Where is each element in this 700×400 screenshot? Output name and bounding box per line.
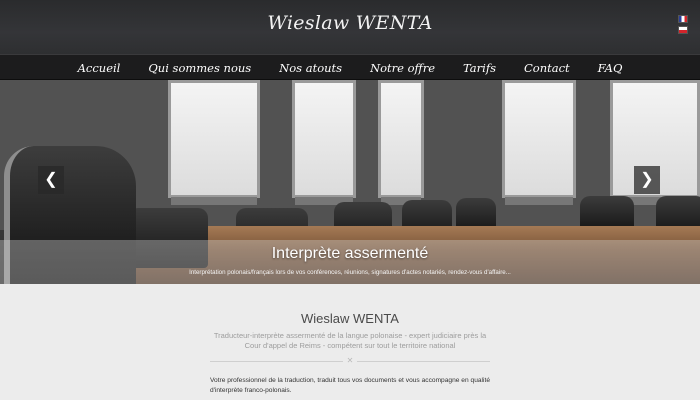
- site-title[interactable]: Wieslaw WENTA: [0, 12, 700, 34]
- slide-caption-text: Interprétation polonais/français lors de…: [189, 269, 511, 276]
- site-header: Wieslaw WENTA: [0, 0, 700, 54]
- intro-paragraph: Votre professionnel de la traduction, tr…: [210, 377, 490, 394]
- main-content: Wieslaw WENTA Traducteur-interprète asse…: [0, 284, 700, 400]
- flag-france-icon[interactable]: [678, 15, 688, 23]
- page-title: Wieslaw WENTA: [301, 311, 399, 326]
- slider-prev-button[interactable]: ❮: [38, 166, 64, 194]
- chevron-right-icon: ❯: [640, 171, 654, 188]
- slide-caption-title: Interprète assermenté: [271, 245, 429, 262]
- flag-poland-icon[interactable]: [678, 26, 688, 34]
- hero-slider: ❮ ❯ Interprète assermenté Interprétation…: [0, 80, 700, 284]
- nav-item-contact[interactable]: Contact: [524, 61, 570, 75]
- nav-item-tarifs[interactable]: Tarifs: [463, 61, 496, 75]
- page-subtitle: Traducteur-interprète assermenté de la l…: [213, 331, 487, 350]
- slide-window: [168, 80, 260, 205]
- nav-item-faq[interactable]: FAQ: [598, 61, 623, 75]
- nav-item-qui-sommes-nous[interactable]: Qui sommes nous: [148, 61, 251, 75]
- nav-list: Accueil Qui sommes nous Nos atouts Notre…: [0, 55, 700, 81]
- slide-caption: Interprète assermenté Interprétation pol…: [0, 240, 700, 284]
- nav-item-nos-atouts[interactable]: Nos atouts: [279, 61, 342, 75]
- main-nav: Accueil Qui sommes nous Nos atouts Notre…: [0, 54, 700, 80]
- slide-window: [378, 80, 424, 205]
- nav-item-accueil[interactable]: Accueil: [78, 61, 121, 75]
- slide-window: [292, 80, 356, 205]
- chevron-left-icon: ❮: [44, 171, 58, 188]
- divider-cross-icon: ✕: [343, 356, 357, 366]
- language-switcher: [678, 15, 688, 37]
- slider-next-button[interactable]: ❯: [634, 166, 660, 194]
- slide-window: [502, 80, 576, 205]
- nav-item-notre-offre[interactable]: Notre offre: [370, 61, 435, 75]
